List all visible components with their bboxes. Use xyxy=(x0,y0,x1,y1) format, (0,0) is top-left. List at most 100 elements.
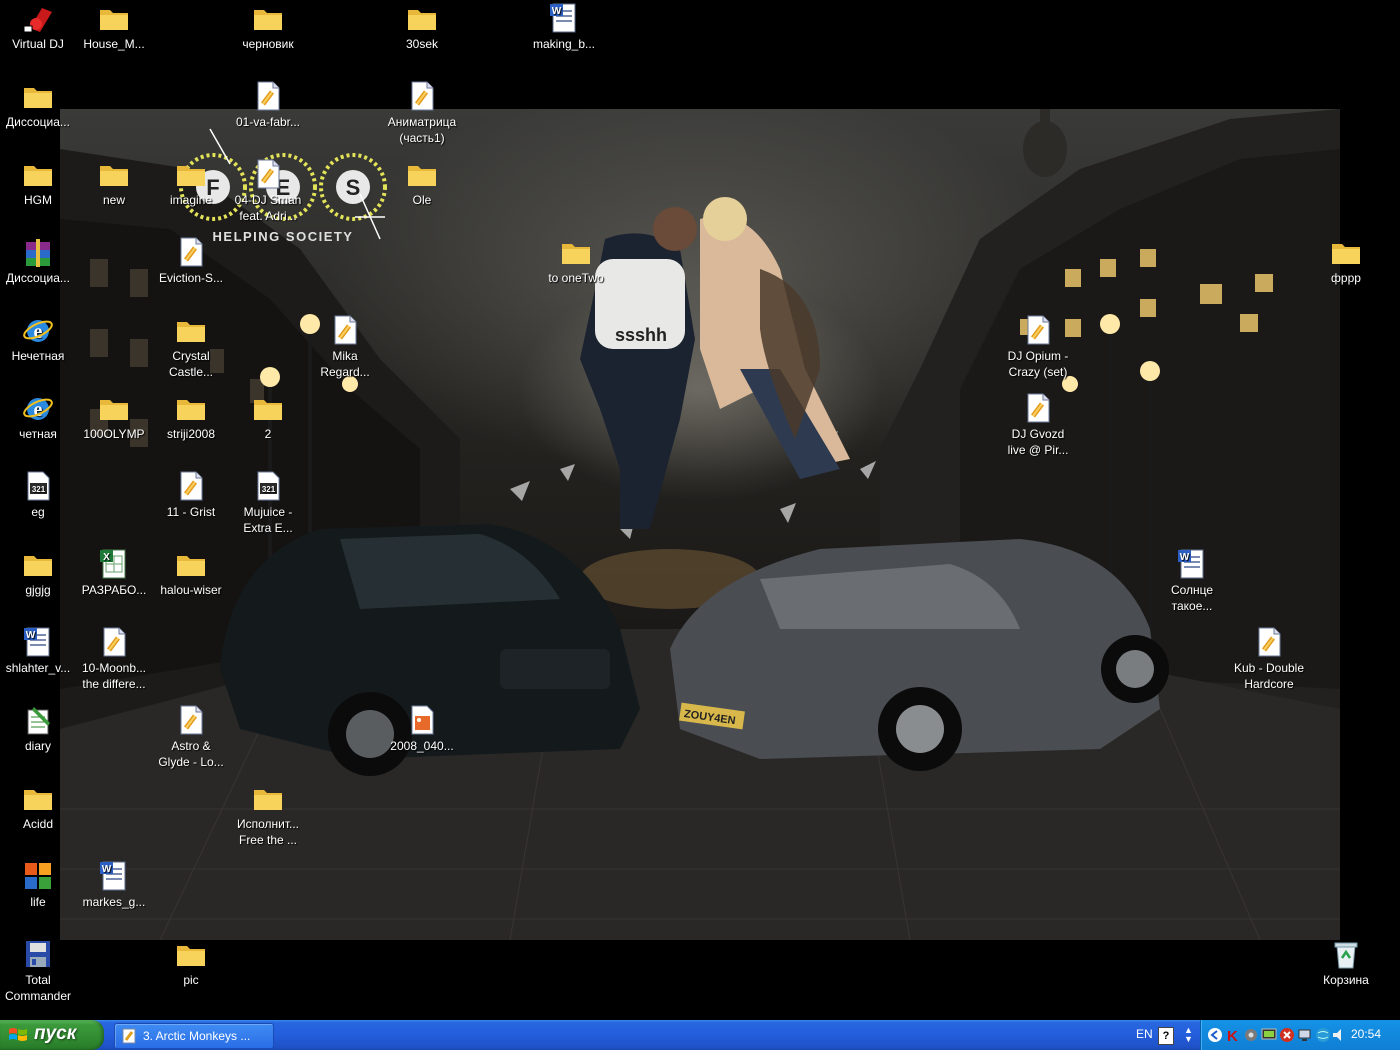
start-button[interactable]: пуск xyxy=(0,1020,104,1050)
desktop[interactable]: ZOUY4EN ssshh F E S HELPING SOCIETY Virt… xyxy=(0,0,1400,1020)
desktop-icon[interactable]: pic xyxy=(153,938,229,988)
desktop-icon[interactable]: House_M... xyxy=(76,2,152,52)
desktop-icon-label: HGM xyxy=(24,193,52,207)
notification-area: K 20:54 xyxy=(1200,1020,1400,1050)
desktop-icon-label: Virtual DJ xyxy=(12,37,64,51)
folder-icon xyxy=(24,556,52,576)
desktop-icon-label: черновик xyxy=(242,37,294,51)
desktop-icon[interactable]: Mika Regard... xyxy=(307,314,383,380)
desktop-icon-label: DJ Opium - Crazy (set) xyxy=(1007,349,1069,379)
folder-icon xyxy=(254,400,282,420)
word-document-icon: W xyxy=(550,3,576,33)
display-icon[interactable] xyxy=(1261,1027,1277,1043)
desktop-icon[interactable]: 321 Mujuice - Extra E... xyxy=(230,470,306,536)
desktop-icon[interactable]: life xyxy=(0,860,76,910)
desktop-icon[interactable]: Диссоциа... xyxy=(0,80,76,130)
audio-file-icon xyxy=(103,627,126,657)
desktop-icon[interactable]: HGM xyxy=(0,158,76,208)
desktop-icon[interactable]: 04-DJ Smah feat. Adri... xyxy=(230,158,306,224)
desktop-icon[interactable]: Crystal Castle... xyxy=(153,314,229,380)
audio-file-icon xyxy=(180,471,203,501)
folder-icon xyxy=(562,244,590,264)
desktop-icon[interactable]: DJ Gvozd live @ Pir... xyxy=(1000,392,1076,458)
desktop-icon[interactable]: черновик xyxy=(230,2,306,52)
folder-icon xyxy=(254,790,282,810)
folder-icon xyxy=(177,166,205,186)
desktop-icon-label: РАЗРАБО... xyxy=(81,583,147,597)
network-icon[interactable] xyxy=(1297,1027,1313,1043)
desktop-icon[interactable]: DJ Opium - Crazy (set) xyxy=(1000,314,1076,380)
audio-file-icon xyxy=(1027,315,1050,345)
close-icon[interactable] xyxy=(1279,1027,1295,1043)
svg-text:321: 321 xyxy=(32,485,46,494)
desktop-icon-label: Диссоциа... xyxy=(6,271,70,285)
folder-icon xyxy=(408,166,436,186)
media-file-icon: 321 xyxy=(27,471,50,501)
desktop-icon-label: Kub - Double Hardcore xyxy=(1233,661,1305,691)
audio-file-icon xyxy=(1258,627,1281,657)
desktop-icon[interactable]: Astro & Glyde - Lo... xyxy=(153,704,229,770)
desktop-icon[interactable]: gjgjg xyxy=(0,548,76,598)
desktop-icon[interactable]: фррр xyxy=(1308,236,1384,286)
desktop-icon[interactable]: imagine xyxy=(153,158,229,208)
desktop-icon[interactable]: 2 xyxy=(230,392,306,442)
audio-file-icon xyxy=(257,159,280,189)
folder-icon xyxy=(100,400,128,420)
folder-icon xyxy=(100,10,128,30)
logo-letter-s: S xyxy=(346,175,361,200)
desktop-icon-label: Total Commander xyxy=(4,973,72,1003)
desktop-icon-label: 2 xyxy=(264,427,272,441)
desktop-icon-label: 01-va-fabr... xyxy=(235,115,301,129)
desktop-icon[interactable]: 10-Moonb... the differe... xyxy=(76,626,152,692)
desktop-icon[interactable]: Wmarkes_g... xyxy=(76,860,152,910)
desktop-icon[interactable]: Wmaking_b... xyxy=(526,2,602,52)
desktop-icon[interactable]: 11 - Grist xyxy=(153,470,229,520)
desktop-icon-label: 10-Moonb... the differe... xyxy=(81,661,147,691)
desktop-icon[interactable]: diary xyxy=(0,704,76,754)
desktop-icon[interactable]: 2008_040... xyxy=(384,704,460,754)
back-arrow-icon[interactable] xyxy=(1207,1027,1223,1043)
desktop-icon-label: 11 - Grist xyxy=(166,505,216,519)
desktop-icon[interactable]: Wshlahter_v... xyxy=(0,626,76,676)
desktop-icon[interactable]: 100OLYMP xyxy=(76,392,152,442)
desktop-icon[interactable]: new xyxy=(76,158,152,208)
desktop-icon[interactable]: X РАЗРАБО... xyxy=(76,548,152,598)
desktop-icon[interactable]: Корзина xyxy=(1308,938,1384,988)
kaspersky-icon[interactable]: K xyxy=(1225,1027,1241,1043)
audio-file-icon xyxy=(180,237,203,267)
desktop-icon[interactable]: e четная xyxy=(0,392,76,442)
desktop-icon[interactable]: striji2008 xyxy=(153,392,229,442)
desktop-icon[interactable]: W Солнце такое... xyxy=(1154,548,1230,614)
taskbar-item-arctic-monkeys[interactable]: 3. Arctic Monkeys ... xyxy=(114,1023,274,1049)
image-file-icon xyxy=(411,705,434,735)
desktop-icon-label: House_M... xyxy=(83,37,145,51)
desktop-icon[interactable]: Диссоциа... xyxy=(0,236,76,286)
tray-scroll-icon[interactable]: ▲ ▼ xyxy=(1184,1026,1193,1044)
folder-icon xyxy=(1332,244,1360,264)
desktop-icon[interactable]: Acidd xyxy=(0,782,76,832)
folder-icon xyxy=(177,400,205,420)
desktop-icon[interactable]: 30sek xyxy=(384,2,460,52)
desktop-icon-label: pic xyxy=(183,973,199,987)
svg-text:X: X xyxy=(103,552,110,563)
audio-file-icon xyxy=(257,81,280,111)
desktop-icon[interactable]: 01-va-fabr... xyxy=(230,80,306,130)
language-indicator[interactable]: EN xyxy=(1136,1027,1153,1041)
desktop-icon[interactable]: halou-wiser xyxy=(153,548,229,598)
desktop-icon-label: making_b... xyxy=(532,37,596,51)
desktop-icon[interactable]: Исполнит... Free the ... xyxy=(230,782,306,848)
desktop-icon[interactable]: Virtual DJ xyxy=(0,2,76,52)
desktop-icon[interactable]: Eviction-S... xyxy=(153,236,229,286)
volume-icon[interactable] xyxy=(1331,1027,1347,1043)
desktop-icon[interactable]: Аниматрица (часть1) xyxy=(384,80,460,146)
desktop-icon[interactable]: to oneTwo xyxy=(538,236,614,286)
desktop-icon[interactable]: Ole xyxy=(384,158,460,208)
globe-icon[interactable] xyxy=(1315,1027,1331,1043)
desktop-icon[interactable]: e Нечетная xyxy=(0,314,76,364)
desktop-icon[interactable]: Total Commander xyxy=(0,938,76,1004)
clock[interactable]: 20:54 xyxy=(1351,1027,1381,1041)
desktop-icon[interactable]: Kub - Double Hardcore xyxy=(1231,626,1307,692)
help-icon[interactable]: ? xyxy=(1158,1027,1174,1045)
desktop-icon[interactable]: 321 eg xyxy=(0,470,76,520)
settings-icon[interactable] xyxy=(1243,1027,1259,1043)
